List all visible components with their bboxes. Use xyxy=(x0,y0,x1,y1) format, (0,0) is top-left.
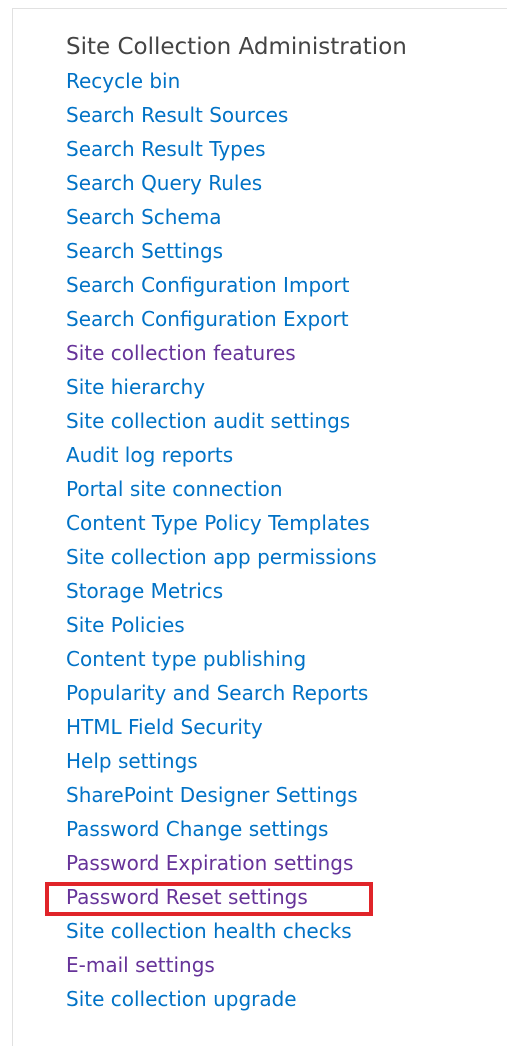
settings-link-item-storage-metrics: Storage Metrics xyxy=(66,574,496,608)
highlighted-link-item-password-reset-settings: Password Reset settings xyxy=(45,880,496,916)
link-search-settings[interactable]: Search Settings xyxy=(66,239,223,263)
settings-link-item-password-expiration-settings: Password Expiration settings xyxy=(66,846,496,880)
link-content-type-policy-templates[interactable]: Content Type Policy Templates xyxy=(66,511,370,535)
site-collection-administration-section: Site Collection Administration Recycle b… xyxy=(45,30,496,1016)
link-search-query-rules[interactable]: Search Query Rules xyxy=(66,171,262,195)
link-search-configuration-export[interactable]: Search Configuration Export xyxy=(66,307,349,331)
settings-link-item-site-collection-audit-settings: Site collection audit settings xyxy=(66,404,496,438)
settings-link-item-html-field-security: HTML Field Security xyxy=(66,710,496,744)
link-site-policies[interactable]: Site Policies xyxy=(66,613,185,637)
link-site-collection-audit-settings[interactable]: Site collection audit settings xyxy=(66,409,350,433)
link-popularity-and-search-reports[interactable]: Popularity and Search Reports xyxy=(66,681,368,705)
link-search-configuration-import[interactable]: Search Configuration Import xyxy=(66,273,349,297)
section-title: Site Collection Administration xyxy=(66,34,407,60)
link-html-field-security[interactable]: HTML Field Security xyxy=(66,715,263,739)
link-password-change-settings[interactable]: Password Change settings xyxy=(66,817,328,841)
link-e-mail-settings[interactable]: E-mail settings xyxy=(66,953,215,977)
settings-link-item-search-configuration-import: Search Configuration Import xyxy=(66,268,496,302)
settings-link-item-search-schema: Search Schema xyxy=(66,200,496,234)
settings-link-item-audit-log-reports: Audit log reports xyxy=(66,438,496,472)
link-search-result-sources[interactable]: Search Result Sources xyxy=(66,103,288,127)
settings-link-item-recycle-bin: Recycle bin xyxy=(66,64,496,98)
link-password-reset-settings[interactable]: Password Reset settings xyxy=(66,885,308,909)
link-help-settings[interactable]: Help settings xyxy=(66,749,198,773)
settings-page: Site Collection Administration Recycle b… xyxy=(0,0,507,1046)
link-search-schema[interactable]: Search Schema xyxy=(66,205,221,229)
settings-link-item-site-collection-features: Site collection features xyxy=(66,336,496,370)
settings-link-item-search-query-rules: Search Query Rules xyxy=(66,166,496,200)
settings-link-item-content-type-policy-templates: Content Type Policy Templates xyxy=(66,506,496,540)
link-sharepoint-designer-settings[interactable]: SharePoint Designer Settings xyxy=(66,783,358,807)
settings-link-item-sharepoint-designer-settings: SharePoint Designer Settings xyxy=(66,778,496,812)
link-site-collection-upgrade[interactable]: Site collection upgrade xyxy=(66,987,297,1011)
link-content-type-publishing[interactable]: Content type publishing xyxy=(66,647,306,671)
settings-link-item-popularity-and-search-reports: Popularity and Search Reports xyxy=(66,676,496,710)
settings-link-item-search-settings: Search Settings xyxy=(66,234,496,268)
settings-link-list: Recycle bin Search Result Sources Search R… xyxy=(45,64,496,1016)
settings-link-item-site-collection-health-checks: Site collection health checks xyxy=(66,914,496,948)
settings-link-item-content-type-publishing: Content type publishing xyxy=(66,642,496,676)
link-storage-metrics[interactable]: Storage Metrics xyxy=(66,579,223,603)
link-site-collection-features[interactable]: Site collection features xyxy=(66,341,296,365)
settings-link-item-portal-site-connection: Portal site connection xyxy=(66,472,496,506)
settings-link-item-e-mail-settings: E-mail settings xyxy=(66,948,496,982)
settings-link-item-password-change-settings: Password Change settings xyxy=(66,812,496,846)
link-password-expiration-settings[interactable]: Password Expiration settings xyxy=(66,851,353,875)
settings-link-item-search-result-types: Search Result Types xyxy=(66,132,496,166)
link-site-collection-health-checks[interactable]: Site collection health checks xyxy=(66,919,352,943)
settings-link-item-site-collection-app-permissions: Site collection app permissions xyxy=(66,540,496,574)
link-portal-site-connection[interactable]: Portal site connection xyxy=(66,477,283,501)
settings-link-item-site-policies: Site Policies xyxy=(66,608,496,642)
settings-link-item-search-result-sources: Search Result Sources xyxy=(66,98,496,132)
link-recycle-bin[interactable]: Recycle bin xyxy=(66,69,180,93)
panel-top-border xyxy=(12,8,507,9)
link-site-hierarchy[interactable]: Site hierarchy xyxy=(66,375,205,399)
link-search-result-types[interactable]: Search Result Types xyxy=(66,137,266,161)
link-site-collection-app-permissions[interactable]: Site collection app permissions xyxy=(66,545,377,569)
settings-link-item-site-collection-upgrade: Site collection upgrade xyxy=(66,982,496,1016)
panel-left-border xyxy=(12,8,13,1046)
link-audit-log-reports[interactable]: Audit log reports xyxy=(66,443,233,467)
settings-link-item-help-settings: Help settings xyxy=(66,744,496,778)
settings-link-item-site-hierarchy: Site hierarchy xyxy=(66,370,496,404)
settings-link-item-search-configuration-export: Search Configuration Export xyxy=(66,302,496,336)
